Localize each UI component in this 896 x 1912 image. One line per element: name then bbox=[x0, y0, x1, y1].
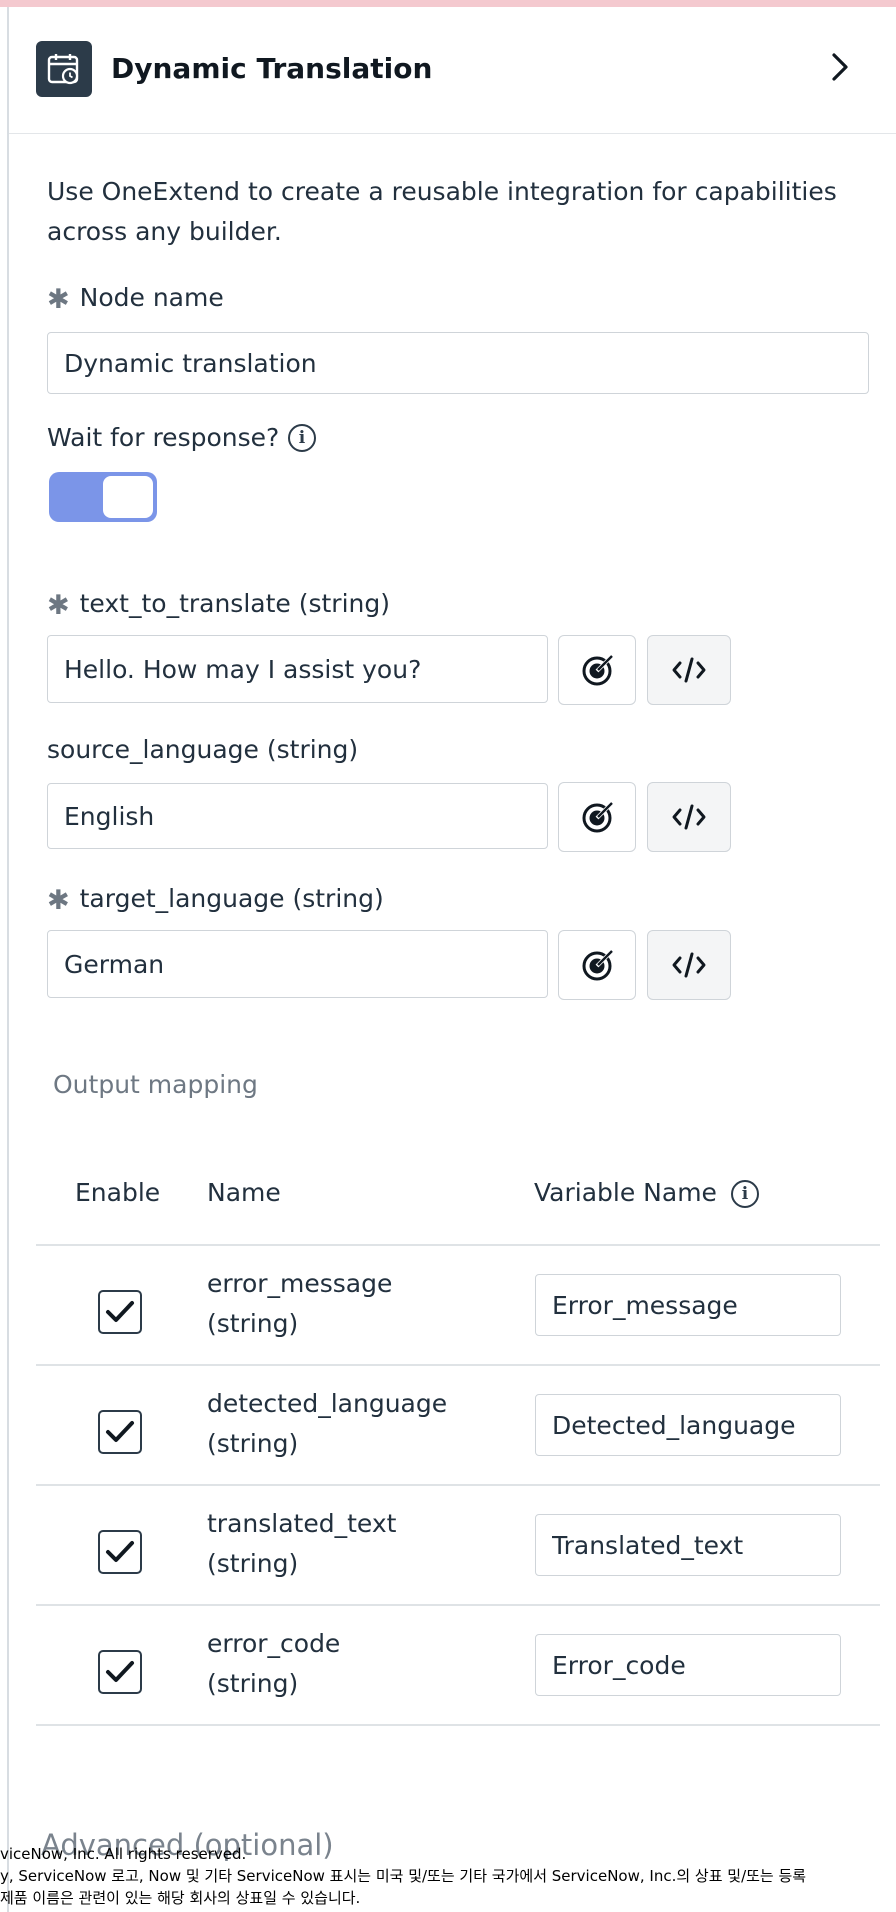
enable-checkbox[interactable] bbox=[98, 1290, 142, 1334]
node-name-label: ✱ Node name bbox=[47, 283, 224, 315]
required-asterisk-icon: ✱ bbox=[47, 590, 70, 621]
output-name: error_code bbox=[207, 1629, 341, 1658]
node-name-input[interactable] bbox=[47, 332, 869, 394]
table-divider bbox=[36, 1244, 880, 1246]
panel-left-border bbox=[7, 7, 9, 1912]
trademark-line: y, ServiceNow 로고, Now 및 기타 ServiceNow 표시… bbox=[0, 1867, 807, 1885]
code-icon bbox=[672, 804, 706, 830]
code-icon bbox=[672, 952, 706, 978]
info-icon[interactable]: i bbox=[731, 1180, 759, 1208]
data-pill-icon bbox=[582, 802, 613, 833]
target-language-label: ✱ target_language (string) bbox=[47, 884, 384, 916]
output-type: (string) bbox=[207, 1429, 299, 1458]
data-pill-picker-button[interactable] bbox=[558, 930, 636, 1000]
column-header-enable: Enable bbox=[75, 1178, 161, 1207]
required-asterisk-icon: ✱ bbox=[47, 885, 70, 916]
calendar-clock-icon bbox=[36, 41, 92, 97]
data-pill-icon bbox=[582, 655, 613, 686]
info-icon[interactable]: i bbox=[288, 424, 316, 452]
column-header-name: Name bbox=[207, 1178, 281, 1207]
text-to-translate-label: ✱ text_to_translate (string) bbox=[47, 589, 391, 621]
variable-name-input[interactable] bbox=[535, 1394, 841, 1456]
variable-name-input[interactable] bbox=[535, 1274, 841, 1336]
text-to-translate-input[interactable] bbox=[47, 635, 548, 703]
panel-title: Dynamic Translation bbox=[111, 52, 433, 85]
variable-name-input[interactable] bbox=[535, 1634, 841, 1696]
toggle-knob bbox=[103, 476, 153, 518]
script-toggle-button[interactable] bbox=[647, 930, 731, 1000]
output-name: translated_text bbox=[207, 1509, 397, 1538]
target-language-input[interactable] bbox=[47, 930, 548, 998]
table-divider bbox=[36, 1364, 880, 1366]
panel-description: Use OneExtend to create a reusable integ… bbox=[47, 177, 837, 246]
copyright-line: viceNow, Inc. All rights reserved. bbox=[0, 1845, 247, 1863]
output-type: (string) bbox=[207, 1549, 299, 1578]
enable-checkbox[interactable] bbox=[98, 1530, 142, 1574]
top-accent-strip bbox=[0, 0, 896, 7]
data-pill-picker-button[interactable] bbox=[558, 782, 636, 852]
script-toggle-button[interactable] bbox=[647, 782, 731, 852]
source-language-input[interactable] bbox=[47, 783, 548, 849]
output-type: (string) bbox=[207, 1309, 299, 1338]
table-divider bbox=[36, 1724, 880, 1726]
chevron-right-icon[interactable] bbox=[820, 45, 860, 89]
wait-for-response-toggle[interactable] bbox=[49, 472, 157, 522]
output-mapping-title: Output mapping bbox=[53, 1070, 258, 1099]
output-name: detected_language bbox=[207, 1389, 448, 1418]
enable-checkbox[interactable] bbox=[98, 1410, 142, 1454]
enable-checkbox[interactable] bbox=[98, 1650, 142, 1694]
code-icon bbox=[672, 657, 706, 683]
wait-for-response-label: Wait for response? bbox=[47, 423, 280, 452]
column-header-variable-name: Variable Name bbox=[534, 1178, 717, 1207]
data-pill-picker-button[interactable] bbox=[558, 635, 636, 705]
table-divider bbox=[36, 1484, 880, 1486]
script-toggle-button[interactable] bbox=[647, 635, 731, 705]
variable-name-input[interactable] bbox=[535, 1514, 841, 1576]
source-language-label: source_language (string) bbox=[47, 735, 359, 764]
table-divider bbox=[36, 1604, 880, 1606]
trademark-line-2: 제품 이름은 관련이 있는 해당 회사의 상표일 수 있습니다. bbox=[0, 1889, 361, 1907]
output-name: error_message bbox=[207, 1269, 393, 1298]
data-pill-icon bbox=[582, 950, 613, 981]
output-type: (string) bbox=[207, 1669, 299, 1698]
required-asterisk-icon: ✱ bbox=[47, 284, 70, 315]
panel-header: Dynamic Translation bbox=[9, 7, 896, 134]
